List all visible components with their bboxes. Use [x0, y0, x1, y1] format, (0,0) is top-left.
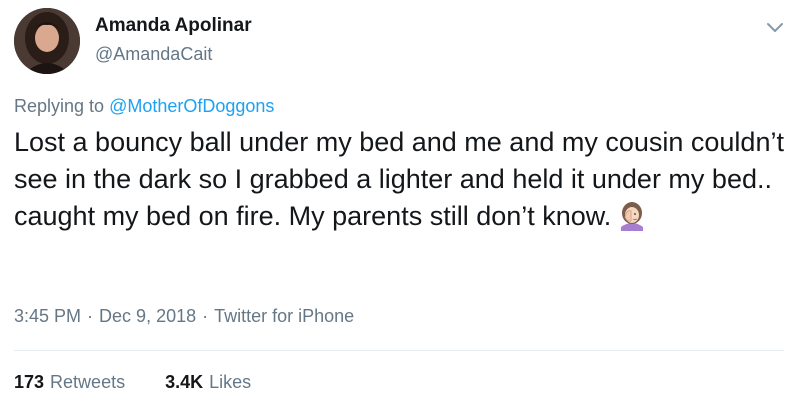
likes-count: 3.4K [165, 372, 204, 392]
tweet-source[interactable]: Twitter for iPhone [214, 306, 354, 326]
meta-separator: · [202, 306, 209, 326]
replying-to-label: Replying to [14, 96, 105, 116]
author-handle[interactable]: @AmandaCait [95, 44, 212, 65]
avatar[interactable] [14, 8, 80, 74]
meta-separator: · [87, 306, 94, 326]
tweet-date[interactable]: Dec 9, 2018 [99, 306, 196, 326]
profile-photo-icon [14, 8, 80, 74]
chevron-down-icon[interactable] [764, 16, 786, 38]
tweet-text-content: Lost a bouncy ball under my bed and me a… [14, 127, 784, 231]
retweets-count: 173 [14, 372, 45, 392]
replying-to-line: Replying to @MotherOfDoggons [14, 96, 274, 117]
retweets-stat[interactable]: 173 Retweets [14, 372, 125, 392]
author-display-name[interactable]: Amanda Apolinar [95, 15, 252, 37]
likes-stat[interactable]: 3.4K Likes [165, 372, 251, 392]
likes-label: Likes [209, 372, 252, 392]
tweet-stats: 173 Retweets 3.4K Likes [14, 372, 291, 393]
retweets-label: Retweets [50, 372, 126, 392]
tweet-time[interactable]: 3:45 PM [14, 306, 81, 326]
reply-mention-link[interactable]: @MotherOfDoggons [109, 96, 274, 116]
tweet-card: Amanda Apolinar @AmandaCait Replying to … [0, 0, 800, 410]
divider [14, 350, 784, 351]
tweet-meta: 3:45 PM · Dec 9, 2018 · Twitter for iPhone [14, 306, 354, 327]
tweet-text: Lost a bouncy ball under my bed and me a… [14, 124, 784, 235]
face-palm-woman-emoji-icon [617, 201, 647, 231]
